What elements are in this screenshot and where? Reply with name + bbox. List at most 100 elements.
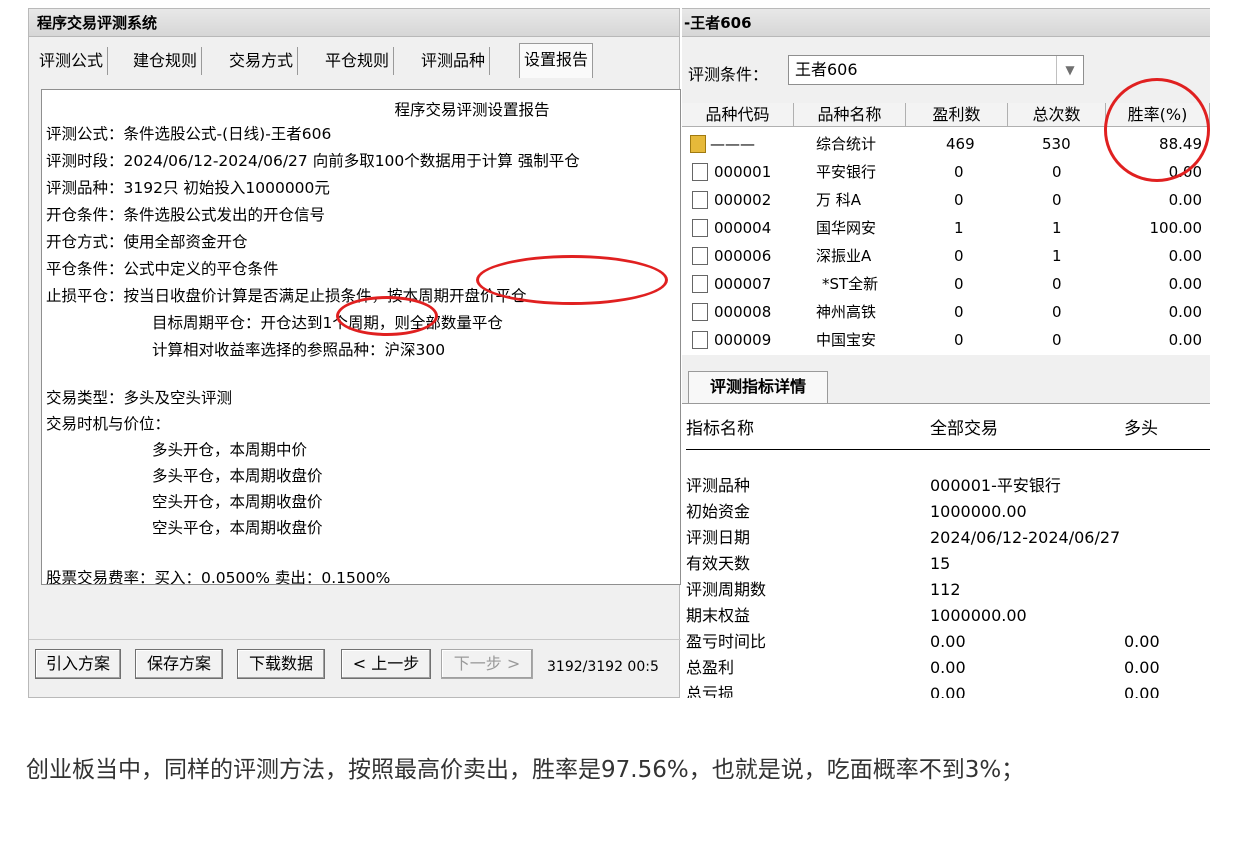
document-icon	[692, 191, 708, 209]
report-line: 开仓条件：条件选股公式发出的开仓信号	[46, 206, 326, 224]
tab-indicator-details[interactable]: 评测指标详情	[688, 371, 828, 403]
report-line: 股票交易费率：买入：0.0500% 卖出：0.1500%	[46, 569, 391, 585]
row-name: 深振业A	[816, 247, 872, 265]
article-caption: 创业板当中，同样的评测方法，按照最高价卖出，胜率是97.56%，也就是说，吃面概…	[26, 757, 1025, 783]
row-code: 000007	[714, 275, 772, 293]
row-total: 0	[1052, 275, 1062, 293]
row-name: 综合统计	[816, 135, 877, 153]
next-step-button[interactable]: 下一步 >	[441, 649, 533, 679]
row-name: *ST全新	[822, 275, 879, 293]
detail-header-long: 多头	[1124, 419, 1158, 439]
prev-step-button[interactable]: < 上一步	[341, 649, 431, 679]
detail-value: 112	[930, 580, 961, 599]
report-line: 目标周期平仓：开仓达到1个周期，则全部数量平仓	[152, 314, 503, 332]
tab-settings-report[interactable]: 设置报告	[519, 43, 594, 78]
row-name: 中国宝安	[816, 331, 877, 349]
row-profit: 0	[954, 303, 964, 321]
indicator-detail-panel: 指标名称 全部交易 多头 评测品种 000001-平安银行 初始资金 10000…	[682, 403, 1210, 698]
row-profit: 0	[954, 331, 964, 349]
detail-value-long: 0.00	[1124, 658, 1160, 677]
detail-value: 1000000.00	[930, 502, 1027, 521]
report-title: 程序交易评测设置报告	[394, 101, 550, 119]
row-code: 000002	[714, 191, 772, 209]
detail-value: 0.00	[930, 632, 966, 651]
report-line: 多头开仓，本周期中价	[152, 441, 308, 459]
row-winrate: 88.49	[1159, 135, 1202, 153]
report-line: 评测时段：2024/06/12-2024/06/27 向前多取100个数据用于计…	[46, 152, 580, 170]
column-header-code[interactable]: 品种代码	[682, 103, 794, 127]
divider	[686, 449, 1210, 450]
detail-label: 盈亏时间比	[686, 632, 767, 651]
row-name: 平安银行	[816, 163, 877, 181]
gold-folder-icon	[690, 135, 706, 153]
row-total: 0	[1052, 163, 1062, 181]
row-total: 1	[1052, 219, 1062, 237]
detail-value: 2024/06/12-2024/06/27	[930, 528, 1121, 547]
window-title: -王者606	[682, 9, 1210, 37]
tab-formula[interactable]: 评测公式	[35, 47, 109, 75]
stock-result-table: 品种代码 品种名称 盈利数 总次数 胜率(%) ——— 综合统计 469 530…	[682, 103, 1210, 355]
row-name: 万 科A	[816, 191, 862, 209]
row-winrate: 0.00	[1168, 163, 1202, 181]
tab-open-rules[interactable]: 建仓规则	[129, 47, 203, 75]
row-profit: 0	[954, 247, 964, 265]
result-window: -王者606 评测条件： 王者606 ▼ 品种代码 品种名称 盈利数 总次数 胜…	[682, 8, 1210, 698]
detail-label: 期末权益	[686, 606, 751, 625]
window-title: 程序交易评测系统	[29, 9, 679, 37]
divider	[29, 639, 681, 640]
document-icon	[692, 275, 708, 293]
download-data-button[interactable]: 下载数据	[237, 649, 325, 679]
detail-label: 有效天数	[686, 554, 751, 573]
column-header-profit[interactable]: 盈利数	[906, 103, 1008, 127]
report-line: 交易时机与价位：	[46, 415, 171, 433]
condition-label: 评测条件：	[688, 65, 769, 84]
report-line: 评测公式：条件选股公式-(日线)-王者606	[46, 125, 332, 143]
row-winrate: 0.00	[1168, 331, 1202, 349]
report-line: 空头平仓，本周期收盘价	[152, 519, 323, 537]
import-plan-button[interactable]: 引入方案	[35, 649, 121, 679]
detail-label: 评测品种	[686, 476, 751, 495]
row-winrate: 0.00	[1168, 303, 1202, 321]
tab-bar: 评测公式 建仓规则 交易方式 平仓规则 评测品种 设置报告	[35, 43, 675, 78]
detail-value: 0.00	[930, 684, 966, 698]
row-winrate: 0.00	[1168, 191, 1202, 209]
detail-value: 15	[930, 554, 951, 573]
document-icon	[692, 247, 708, 265]
evaluation-system-window: 程序交易评测系统 评测公式 建仓规则 交易方式 平仓规则 评测品种 设置报告 程…	[28, 8, 681, 698]
row-profit: 1	[954, 219, 964, 237]
row-total: 0	[1052, 331, 1062, 349]
detail-label: 初始资金	[686, 502, 751, 521]
report-line: 开仓方式：使用全部资金开仓	[46, 233, 248, 251]
progress-status: 3192/3192 00:5	[547, 659, 659, 675]
column-header-total[interactable]: 总次数	[1008, 103, 1106, 127]
row-name: 国华网安	[816, 219, 877, 237]
document-icon	[692, 163, 708, 181]
row-profit: 0	[954, 163, 964, 181]
detail-value: 0.00	[930, 658, 966, 677]
document-icon	[692, 219, 708, 237]
report-line: 评测品种：3192只 初始投入1000000元	[46, 179, 330, 197]
column-header-winrate[interactable]: 胜率(%)	[1106, 103, 1210, 127]
row-winrate: 0.00	[1168, 275, 1202, 293]
row-name: 神州高铁	[816, 303, 877, 321]
detail-label: 评测周期数	[686, 580, 767, 599]
row-total: 530	[1042, 135, 1071, 153]
row-profit: 0	[954, 275, 964, 293]
tab-instruments[interactable]: 评测品种	[417, 47, 491, 75]
settings-report-panel: 程序交易评测设置报告 评测公式：条件选股公式-(日线)-王者606 评测时段：2…	[41, 89, 681, 585]
report-line: 止损平仓：按当日收盘价计算是否满足止损条件，按本周期开盘价平仓	[46, 287, 527, 305]
detail-label: 总亏损	[686, 684, 735, 698]
row-total: 1	[1052, 247, 1062, 265]
detail-value-long: 0.00	[1124, 632, 1160, 651]
column-header-name[interactable]: 品种名称	[794, 103, 906, 127]
tab-close-rules[interactable]: 平仓规则	[321, 47, 395, 75]
detail-value: 000001-平安银行	[930, 476, 1061, 495]
detail-header-name: 指标名称	[686, 419, 754, 439]
report-line: 平仓条件：公式中定义的平仓条件	[46, 260, 279, 278]
save-plan-button[interactable]: 保存方案	[135, 649, 223, 679]
dropdown-arrow-icon[interactable]: ▼	[1056, 56, 1083, 84]
detail-value: 1000000.00	[930, 606, 1027, 625]
condition-select[interactable]: 王者606 ▼	[788, 55, 1084, 85]
tab-trade-mode[interactable]: 交易方式	[225, 47, 299, 75]
row-winrate: 0.00	[1168, 247, 1202, 265]
